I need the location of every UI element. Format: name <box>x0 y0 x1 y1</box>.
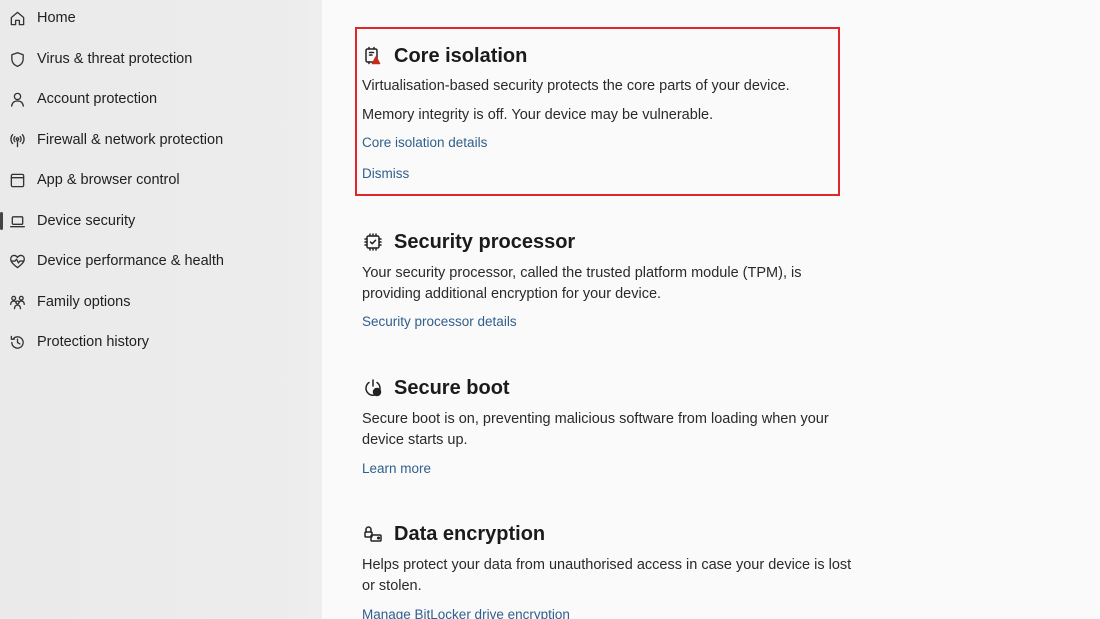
sidebar-item-account-protection[interactable]: Account protection <box>0 82 322 116</box>
sidebar-item-family-options[interactable]: Family options <box>0 285 322 319</box>
manage-bitlocker-row: Manage BitLocker drive encryption <box>362 606 882 619</box>
sidebar-item-label: Family options <box>37 294 131 310</box>
windows-security-window: Home Virus & threat protection Account p… <box>0 0 1100 619</box>
secure-boot-description: Secure boot is on, preventing malicious … <box>362 411 829 448</box>
core-isolation-details-link[interactable]: Core isolation details <box>362 135 487 150</box>
core-isolation-description: Virtualisation-based security protects t… <box>362 78 790 94</box>
core-isolation-section: Core isolation Virtualisation-based secu… <box>362 42 882 183</box>
data-encryption-title-text: Data encryption <box>394 522 546 545</box>
heart-pulse-icon <box>8 252 26 270</box>
history-icon <box>8 333 26 351</box>
learn-more-row: Learn more <box>362 460 882 478</box>
security-processor-section: Security processor Your security process… <box>362 228 882 331</box>
sidebar-item-device-performance-health[interactable]: Device performance & health <box>0 244 322 278</box>
data-encryption-description: Helps protect your data from unauthorise… <box>362 557 852 594</box>
memory-integrity-status: Memory integrity is off. Your device may… <box>362 107 714 123</box>
sidebar-item-label: Device performance & health <box>37 253 224 269</box>
sidebar-item-device-security[interactable]: Device security <box>0 204 322 238</box>
sidebar-item-label: Virus & threat protection <box>37 51 193 67</box>
device-security-content: Core isolation Virtualisation-based secu… <box>322 0 1100 619</box>
security-processor-description: Your security processor, called the trus… <box>362 265 802 302</box>
dismiss-link[interactable]: Dismiss <box>362 166 409 181</box>
sidebar-item-label: Protection history <box>37 334 150 350</box>
security-processor-title-text: Security processor <box>394 230 576 253</box>
secure-boot-title: Secure boot <box>362 374 882 402</box>
dismiss-row: Dismiss <box>362 165 882 183</box>
data-encryption-section: Data encryption Helps protect your data … <box>362 520 882 619</box>
family-icon <box>8 293 26 311</box>
sidebar-item-label: Account protection <box>37 91 158 107</box>
core-isolation-title-text: Core isolation <box>394 44 528 67</box>
sidebar-item-firewall-network-protection[interactable]: Firewall & network protection <box>0 123 322 157</box>
shield-icon <box>8 50 26 68</box>
core-isolation-chip-warning-icon <box>362 45 384 67</box>
sidebar-item-label: Home <box>37 10 76 26</box>
sidebar-item-label: App & browser control <box>37 172 180 188</box>
laptop-icon <box>8 212 26 230</box>
lock-drive-icon <box>362 523 384 545</box>
manage-bitlocker-link[interactable]: Manage BitLocker drive encryption <box>362 607 570 619</box>
power-check-icon <box>362 377 384 399</box>
sidebar: Home Virus & threat protection Account p… <box>0 0 322 619</box>
core-isolation-title: Core isolation <box>362 42 882 70</box>
security-processor-title: Security processor <box>362 228 882 256</box>
sidebar-item-virus-threat-protection[interactable]: Virus & threat protection <box>0 42 322 76</box>
secure-boot-section: Secure boot Secure boot is on, preventin… <box>362 374 882 478</box>
security-processor-details-link[interactable]: Security processor details <box>362 314 517 329</box>
sidebar-item-app-browser-control[interactable]: App & browser control <box>0 163 322 197</box>
data-encryption-title: Data encryption <box>362 520 882 548</box>
security-processor-details-row: Security processor details <box>362 313 882 331</box>
sidebar-item-protection-history[interactable]: Protection history <box>0 325 322 359</box>
secure-boot-title-text: Secure boot <box>394 376 510 399</box>
core-isolation-details-row: Core isolation details <box>362 134 882 152</box>
wifi-antenna-icon <box>8 131 26 149</box>
browser-window-icon <box>8 171 26 189</box>
person-icon <box>8 90 26 108</box>
processor-chip-icon <box>362 231 384 253</box>
sidebar-item-home[interactable]: Home <box>0 1 322 35</box>
home-icon <box>8 9 26 27</box>
sidebar-item-label: Firewall & network protection <box>37 132 224 148</box>
learn-more-link[interactable]: Learn more <box>362 461 431 476</box>
sidebar-item-label: Device security <box>37 213 136 229</box>
